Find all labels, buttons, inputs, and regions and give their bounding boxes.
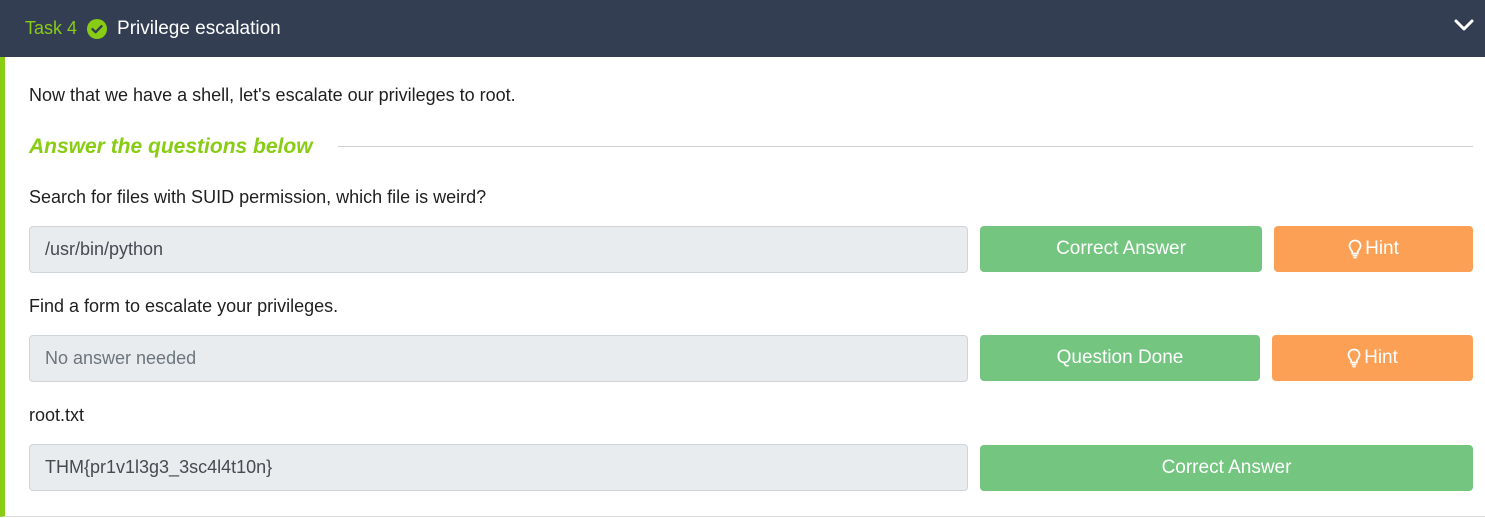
check-circle-icon xyxy=(87,18,108,39)
lightbulb-icon xyxy=(1347,348,1361,368)
hint-label-1: Hint xyxy=(1365,238,1399,259)
answer-field-1[interactable]: /usr/bin/python xyxy=(29,226,968,273)
question-done-button[interactable]: Question Done xyxy=(980,335,1260,381)
hint-button-1[interactable]: Hint xyxy=(1274,226,1473,272)
section-divider xyxy=(338,146,1473,147)
task-number: Task 4 xyxy=(25,18,78,38)
question-1-text: Search for files with SUID permission, w… xyxy=(29,187,487,207)
task-body: Now that we have a shell, let's escalate… xyxy=(0,57,1485,517)
task-title: Privilege escalation xyxy=(117,17,281,39)
section-title: Answer the questions below xyxy=(29,135,313,158)
task-header[interactable]: Task 4 Privilege escalation xyxy=(0,0,1485,57)
question-3-text: root.txt xyxy=(29,405,85,425)
task-intro: Now that we have a shell, let's escalate… xyxy=(29,85,516,105)
hint-button-2[interactable]: Hint xyxy=(1272,335,1473,381)
answer-field-3[interactable]: THM{pr1v1l3g3_3sc4l4t10n} xyxy=(29,444,968,491)
question-2-text: Find a form to escalate your privileges. xyxy=(29,296,339,316)
chevron-down-icon[interactable] xyxy=(1453,14,1475,36)
answer-field-2[interactable]: No answer needed xyxy=(29,335,968,382)
lightbulb-icon xyxy=(1348,239,1362,259)
hint-label-2: Hint xyxy=(1364,347,1398,368)
correct-answer-button-3[interactable]: Correct Answer xyxy=(980,445,1473,491)
correct-answer-button-1[interactable]: Correct Answer xyxy=(980,226,1262,272)
